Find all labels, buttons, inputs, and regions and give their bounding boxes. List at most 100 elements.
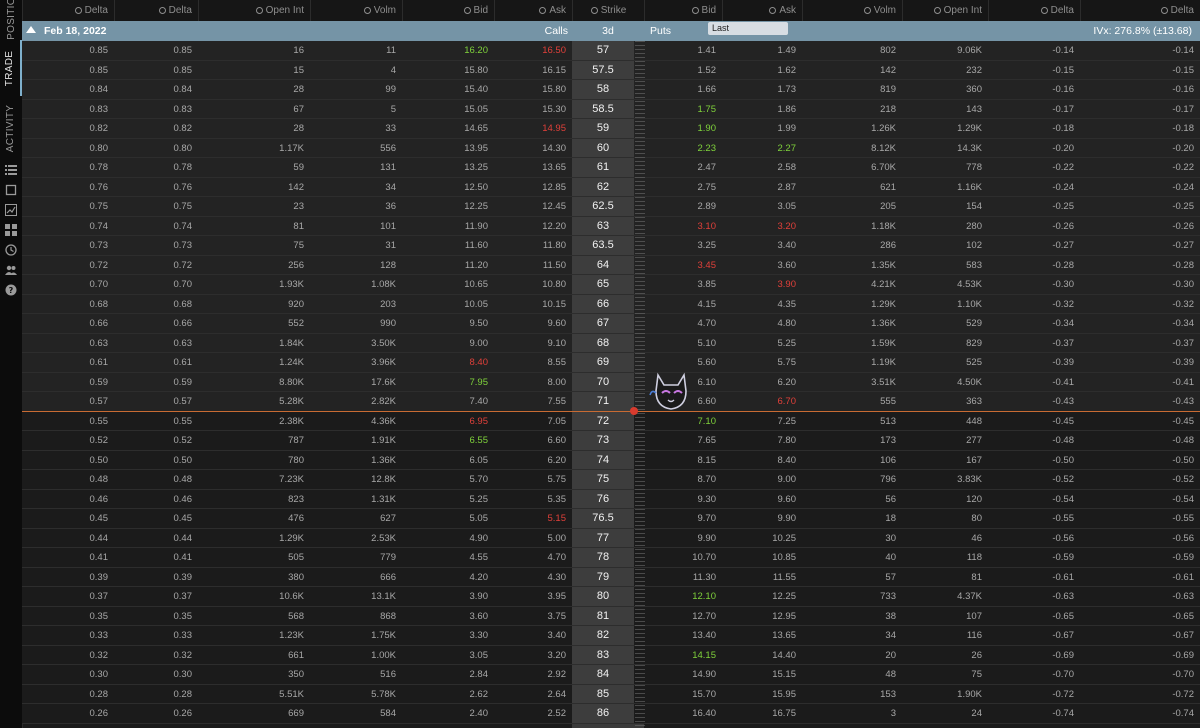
call-ask[interactable]: 16.15 xyxy=(494,61,572,80)
put-bid[interactable]: 2.23 xyxy=(644,139,722,158)
put-bid[interactable]: 1.52 xyxy=(644,61,722,80)
call-bid[interactable]: 2.84 xyxy=(402,665,494,684)
put-header-ask-1[interactable]: Ask xyxy=(722,0,802,21)
call-ask[interactable]: 5.00 xyxy=(494,529,572,548)
chain-row[interactable]: 0.82 0.82 28 33 14.65 14.95 59 1.90 1.99 1.26K 1.2… xyxy=(22,119,1200,139)
chain-row[interactable]: 0.83 0.83 67 5 15.05 15.30 58.5 1.75 1.86 218 143 -… xyxy=(22,99,1200,119)
chain-row[interactable]: 0.48 0.48 7.23K 12.8K 5.70 5.75 75 8.70 9.00 796 3… xyxy=(22,470,1200,490)
clock-icon[interactable] xyxy=(5,244,17,256)
chain-row[interactable]: 0.73 0.73 75 31 11.60 11.80 63.5 3.25 3.40 286 102… xyxy=(22,236,1200,256)
series-bar[interactable]: Feb 18, 2022 Calls 3d Puts Last IVx: 276… xyxy=(22,21,1200,41)
strike-header[interactable]: Strike xyxy=(572,0,644,21)
chain-row[interactable]: 0.84 0.84 28 99 15.40 15.80 58 1.66 1.73 819 360 -0… xyxy=(22,80,1200,100)
call-bid[interactable]: 3.05 xyxy=(402,646,494,665)
call-ask[interactable]: 5.35 xyxy=(494,490,572,509)
put-bid[interactable]: 12.10 xyxy=(644,587,722,606)
call-ask[interactable]: 12.85 xyxy=(494,178,572,197)
chain-row[interactable]: 0.50 0.50 780 1.36K 6.05 6.20 74 8.15 8.40 106 167… xyxy=(22,450,1200,470)
call-header-volm-3[interactable]: Volm xyxy=(310,0,402,21)
call-ask[interactable]: 2.92 xyxy=(494,665,572,684)
chain-row[interactable]: 0.85 0.85 15 4 15.80 16.15 57.5 1.52 1.62 142 232 -… xyxy=(22,60,1200,80)
call-bid[interactable]: 2.62 xyxy=(402,685,494,704)
put-bid[interactable]: 5.10 xyxy=(644,334,722,353)
call-ask[interactable]: 12.45 xyxy=(494,197,572,216)
put-ask[interactable]: 10.85 xyxy=(722,548,802,567)
call-bid[interactable]: 4.20 xyxy=(402,568,494,587)
put-ask[interactable]: 1.73 xyxy=(722,80,802,99)
put-ask[interactable]: 6.20 xyxy=(722,373,802,392)
chain-row[interactable]: 0.74 0.74 81 101 11.90 12.20 63 3.10 3.20 1.18K 28… xyxy=(22,216,1200,236)
put-ask[interactable]: 9.60 xyxy=(722,490,802,509)
chain-row[interactable]: 0.26 0.26 669 584 2.40 2.52 86 16.40 16.75 3 24 -0.… xyxy=(22,704,1200,724)
put-ask[interactable]: 5.75 xyxy=(722,353,802,372)
chain-row[interactable]: 0.76 0.76 142 34 12.50 12.85 62 2.75 2.87 621 1.16… xyxy=(22,177,1200,197)
call-ask[interactable]: 7.55 xyxy=(494,392,572,411)
chain-row[interactable]: 0.68 0.68 920 203 10.05 10.15 66 4.15 4.35 1.29K 1… xyxy=(22,294,1200,314)
chain-row[interactable]: 0.66 0.66 552 990 9.50 9.60 67 4.70 4.80 1.36K 529… xyxy=(22,314,1200,334)
put-ask[interactable]: 15.95 xyxy=(722,685,802,704)
put-bid[interactable]: 8.15 xyxy=(644,451,722,470)
chain-row[interactable]: 0.41 0.41 505 779 4.55 4.70 78 10.70 10.85 40 118 -… xyxy=(22,548,1200,568)
put-bid[interactable]: 2.75 xyxy=(644,178,722,197)
chain-row[interactable]: 0.63 0.63 1.84K 3.50K 9.00 9.10 68 5.10 5.25 1.59… xyxy=(22,333,1200,353)
put-ask[interactable]: 14.40 xyxy=(722,646,802,665)
put-ask[interactable]: 9.90 xyxy=(722,509,802,528)
chain-row[interactable]: 0.55 0.55 2.38K 4.36K 6.95 7.05 72 7.10 7.25 513 4… xyxy=(22,411,1200,431)
chain-row[interactable]: 0.44 0.44 1.29K 2.53K 4.90 5.00 77 9.90 10.25 30 4… xyxy=(22,528,1200,548)
put-bid[interactable]: 10.70 xyxy=(644,548,722,567)
call-bid[interactable]: 6.95 xyxy=(402,412,494,431)
chain-row[interactable]: 0.57 0.57 5.28K 2.82K 7.40 7.55 71 6.60 6.70 555 3… xyxy=(22,392,1200,412)
list-icon[interactable] xyxy=(5,164,17,176)
put-bid[interactable]: 3.25 xyxy=(644,236,722,255)
rail-tab-positions[interactable]: POSITIO xyxy=(0,0,22,39)
call-header-delta-1[interactable]: Delta xyxy=(114,0,198,21)
put-ask[interactable]: 3.40 xyxy=(722,236,802,255)
put-bid[interactable]: 16.40 xyxy=(644,704,722,723)
call-bid[interactable]: 11.90 xyxy=(402,217,494,236)
call-bid[interactable]: 3.90 xyxy=(402,587,494,606)
put-bid[interactable]: 2.47 xyxy=(644,158,722,177)
put-ask[interactable]: 1.49 xyxy=(722,41,802,60)
put-ask[interactable]: 1.99 xyxy=(722,119,802,138)
put-ask[interactable]: 6.70 xyxy=(722,392,802,411)
people-icon[interactable] xyxy=(5,264,17,276)
put-bid[interactable]: 4.70 xyxy=(644,314,722,333)
grid-icon[interactable] xyxy=(5,224,17,236)
call-bid[interactable]: 13.95 xyxy=(402,139,494,158)
put-ask[interactable]: 2.27 xyxy=(722,139,802,158)
chain-row[interactable]: 0.52 0.52 787 1.91K 6.55 6.60 73 7.65 7.80 173 277… xyxy=(22,431,1200,451)
chain-row[interactable]: 0.70 0.70 1.93K 1.08K 10.65 10.80 65 3.85 3.90 4.… xyxy=(22,275,1200,295)
chain-row[interactable]: 0.46 0.46 823 1.31K 5.25 5.35 76 9.30 9.60 56 120 -… xyxy=(22,489,1200,509)
call-ask[interactable]: 11.80 xyxy=(494,236,572,255)
put-bid[interactable]: 15.70 xyxy=(644,685,722,704)
chain-row[interactable]: 0.75 0.75 23 36 12.25 12.45 62.5 2.89 3.05 205 154… xyxy=(22,197,1200,217)
call-bid[interactable]: 8.40 xyxy=(402,353,494,372)
chain-row[interactable]: 0.33 0.33 1.23K 1.75K 3.30 3.40 82 13.40 13.65 34… xyxy=(22,626,1200,646)
chain-row[interactable]: 0.45 0.45 476 627 5.05 5.15 76.5 9.70 9.90 18 80 -0… xyxy=(22,509,1200,529)
put-bid[interactable]: 3.10 xyxy=(644,217,722,236)
call-ask[interactable]: 8.00 xyxy=(494,373,572,392)
put-bid[interactable]: 8.70 xyxy=(644,470,722,489)
call-bid[interactable]: 10.65 xyxy=(402,275,494,294)
put-bid[interactable]: 1.41 xyxy=(644,41,722,60)
call-ask[interactable]: 9.10 xyxy=(494,334,572,353)
put-bid[interactable]: 3.45 xyxy=(644,256,722,275)
put-ask[interactable]: 11.55 xyxy=(722,568,802,587)
call-bid[interactable]: 11.60 xyxy=(402,236,494,255)
call-ask[interactable]: 3.95 xyxy=(494,587,572,606)
chain-row[interactable]: 0.32 0.32 661 1.00K 3.05 3.20 83 14.15 14.40 20 26… xyxy=(22,645,1200,665)
call-ask[interactable]: 4.30 xyxy=(494,568,572,587)
chain-row[interactable]: 0.39 0.39 380 666 4.20 4.30 79 11.30 11.55 57 81 -0… xyxy=(22,567,1200,587)
put-ask[interactable]: 16.75 xyxy=(722,704,802,723)
put-ask[interactable]: 7.80 xyxy=(722,431,802,450)
call-bid[interactable]: 5.25 xyxy=(402,490,494,509)
put-ask[interactable]: 1.62 xyxy=(722,61,802,80)
rail-tab-trade[interactable]: TRADE xyxy=(0,40,22,96)
call-ask[interactable]: 11.50 xyxy=(494,256,572,275)
chart-icon[interactable] xyxy=(5,204,17,216)
put-bid[interactable]: 3.85 xyxy=(644,275,722,294)
put-bid[interactable]: 7.65 xyxy=(644,431,722,450)
put-bid[interactable]: 11.30 xyxy=(644,568,722,587)
put-header-delta-5[interactable]: Delta xyxy=(1080,0,1200,21)
put-bid[interactable]: 7.10 xyxy=(644,412,722,431)
